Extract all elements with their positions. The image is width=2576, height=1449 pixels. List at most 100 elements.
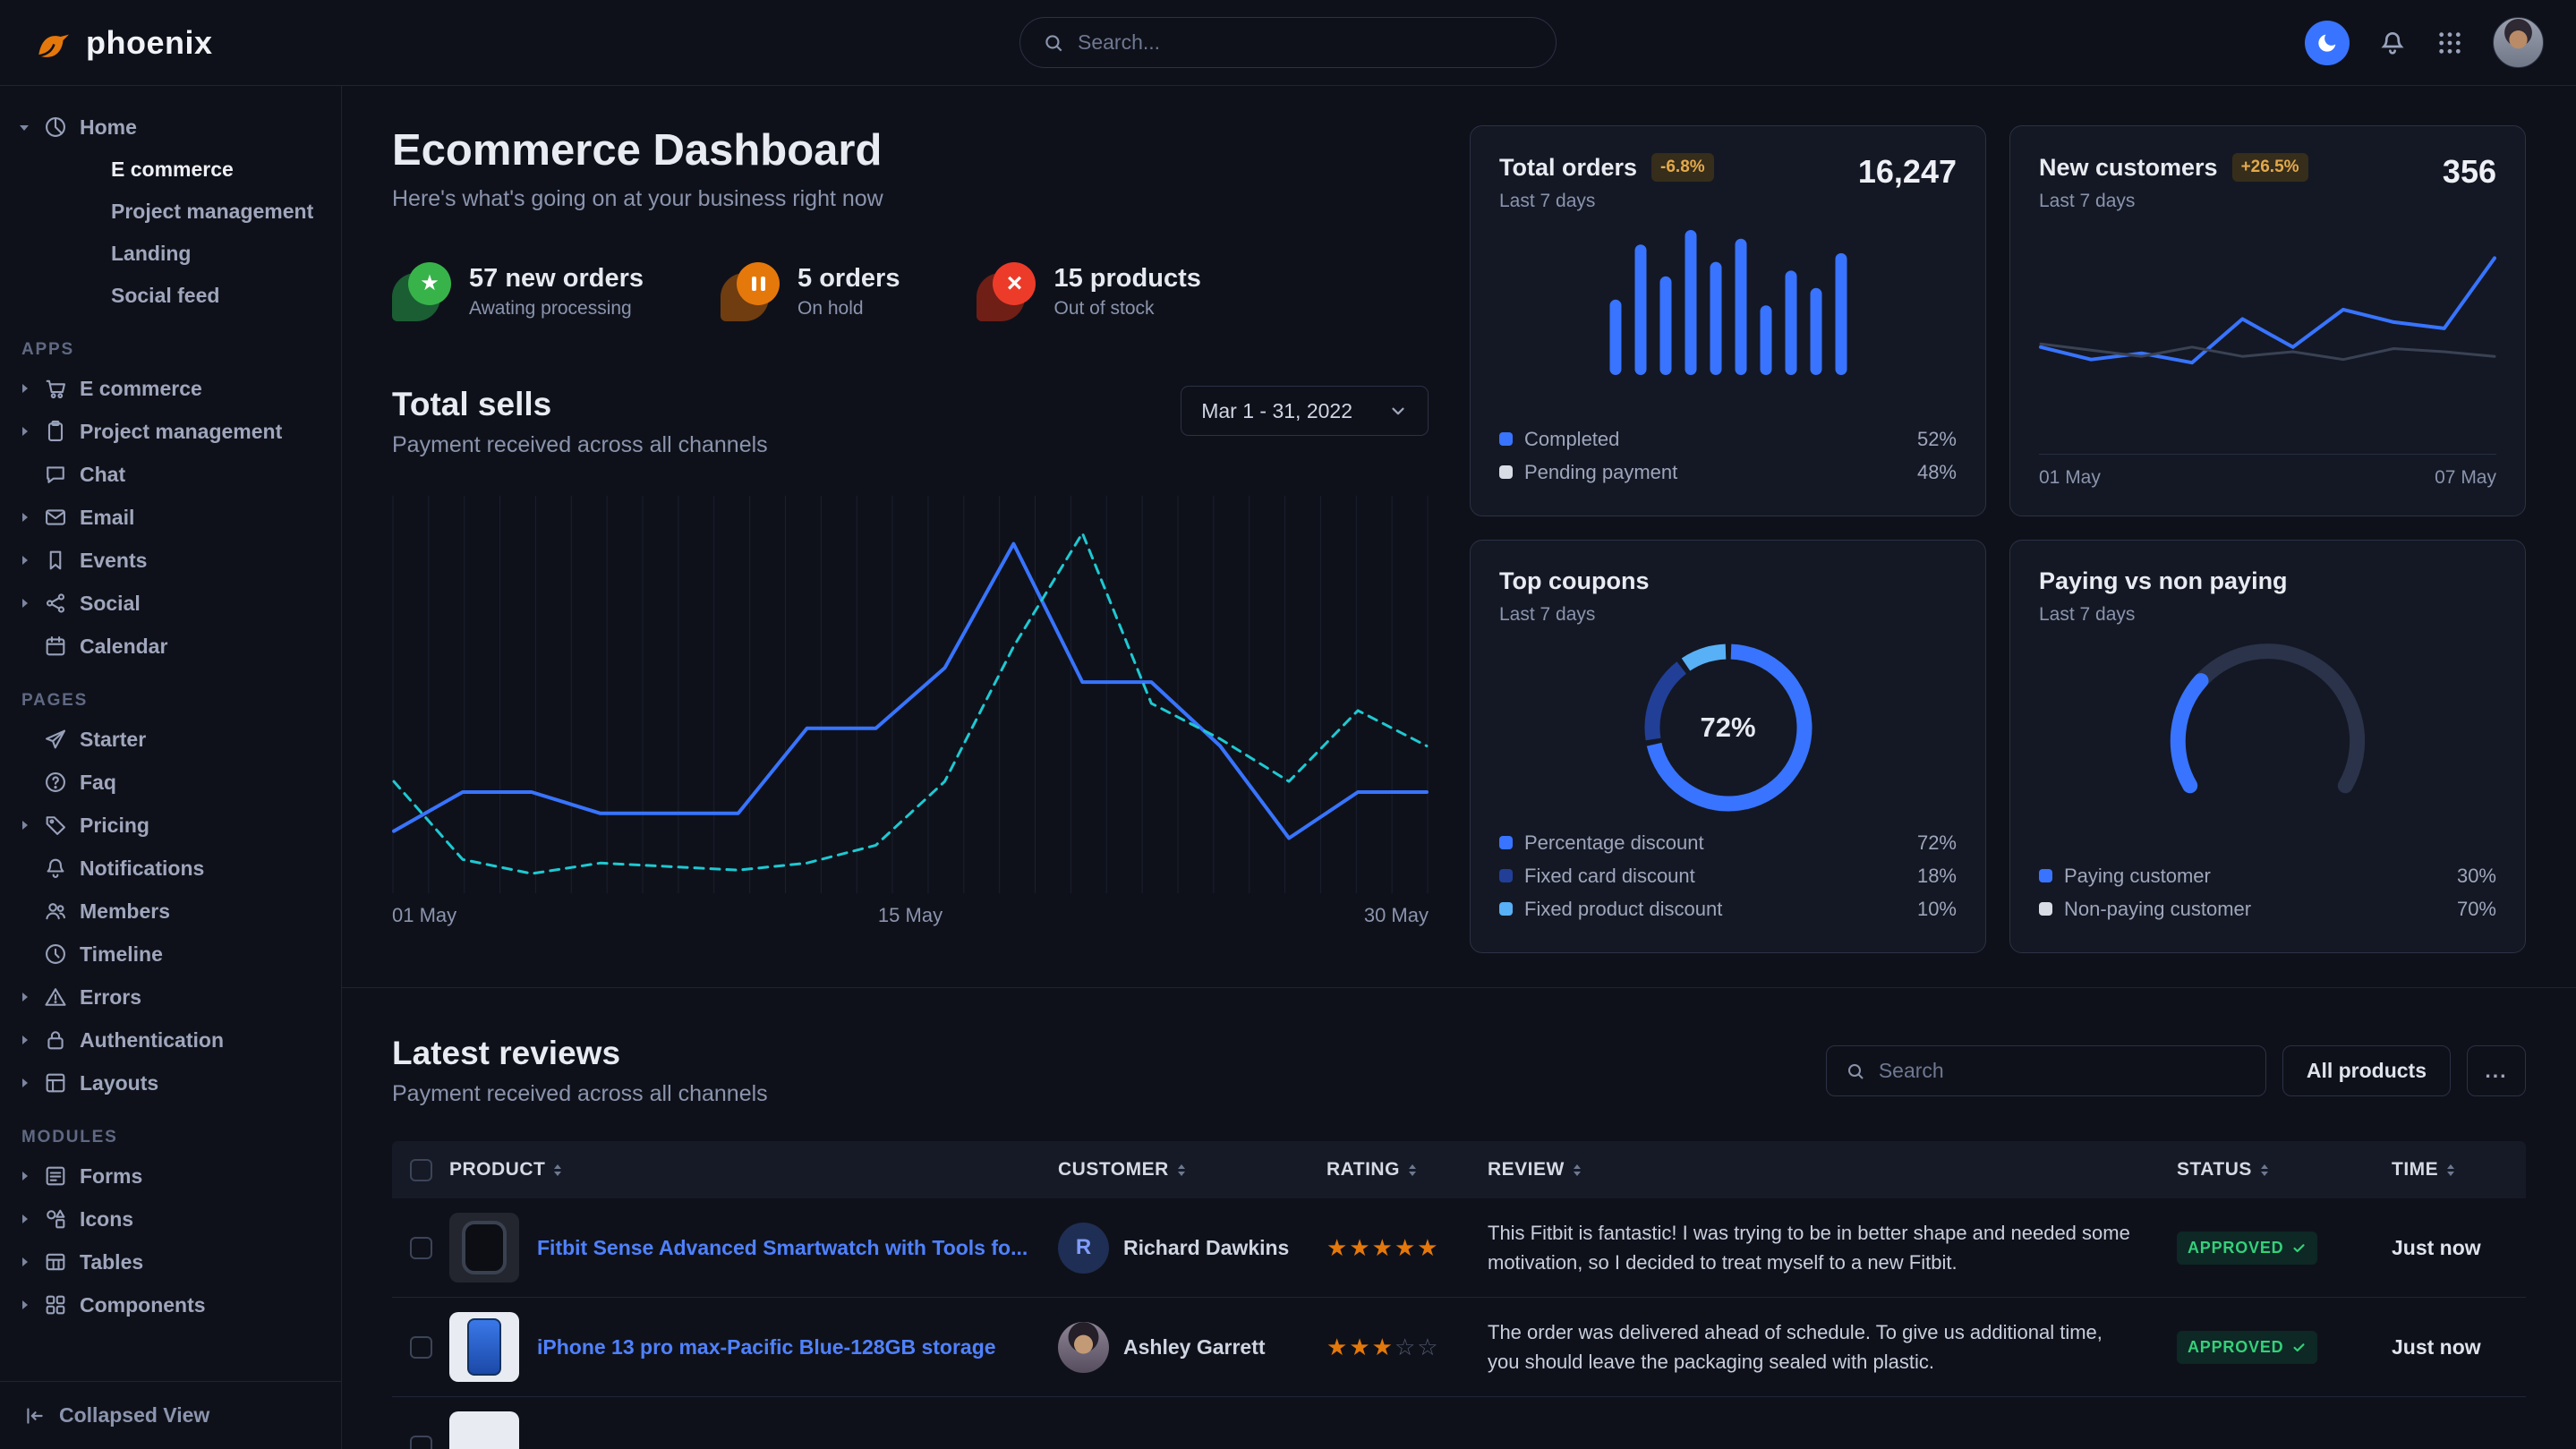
legend-swatch <box>1499 836 1513 849</box>
total-sells-x-axis: 01 May 15 May 30 May <box>392 904 1429 927</box>
sidebar-item-tables[interactable]: Tables <box>0 1240 341 1283</box>
star-filled-icon: ★ <box>1326 1236 1347 1259</box>
all-products-button[interactable]: All products <box>2282 1045 2451 1096</box>
sidebar: HomeE commerceProject managementLandingS… <box>0 86 342 1449</box>
sidebar-item-label: Icons <box>80 1207 133 1232</box>
sidebar-item-chat[interactable]: Chat <box>0 453 341 496</box>
sidebar-item-label: Forms <box>80 1164 142 1189</box>
rating-stars: ★★★☆☆ <box>1326 1335 1488 1359</box>
sort-icon <box>2447 1161 2454 1180</box>
column-header-status[interactable]: STATUS <box>2177 1159 2392 1181</box>
legend-swatch <box>1499 432 1513 446</box>
legend-value: 52% <box>1917 428 1957 451</box>
column-header-customer[interactable]: CUSTOMER <box>1058 1159 1326 1181</box>
status-label: APPROVED <box>2188 1338 2283 1357</box>
sidebar-item-timeline[interactable]: Timeline <box>0 933 341 976</box>
sidebar-item-notifications[interactable]: Notifications <box>0 847 341 890</box>
sidebar-item-authentication[interactable]: Authentication <box>0 1019 341 1061</box>
sidebar-item-label: Notifications <box>80 857 204 881</box>
brand-logo[interactable]: phoenix <box>32 22 213 64</box>
more-options-button[interactable]: ... <box>2467 1045 2526 1096</box>
sidebar-item-forms[interactable]: Forms <box>0 1155 341 1198</box>
layout-icon <box>43 1070 68 1095</box>
card-period: Last 7 days <box>1499 191 1714 212</box>
sidebar-item-email[interactable]: Email <box>0 496 341 539</box>
sidebar-item-pricing[interactable]: Pricing <box>0 804 341 847</box>
legend-value: 70% <box>2457 898 2496 921</box>
sidebar-item-events[interactable]: Events <box>0 539 341 582</box>
caret-icon <box>20 1171 31 1182</box>
column-header-product[interactable]: PRODUCT <box>449 1159 1058 1181</box>
caret-icon <box>20 906 31 917</box>
coupons-donut-chart: 72% <box>1642 642 1814 814</box>
x-axis-label: 15 May <box>878 904 943 927</box>
card-period: Last 7 days <box>1499 604 1649 626</box>
cart-icon <box>43 376 68 401</box>
donut-center-label: 72% <box>1642 642 1814 814</box>
question-icon <box>43 770 68 795</box>
customer-name: Ashley Garrett <box>1123 1335 1266 1360</box>
sidebar-item-e-commerce[interactable]: E commerce <box>0 149 341 191</box>
select-all-checkbox[interactable] <box>410 1159 432 1181</box>
sidebar-item-label: Authentication <box>80 1028 224 1053</box>
sidebar-item-errors[interactable]: Errors <box>0 976 341 1019</box>
bell-icon <box>43 856 68 881</box>
legend-value: 10% <box>1917 898 1957 921</box>
row-checkbox[interactable] <box>410 1237 432 1259</box>
trend-badge: -6.8% <box>1651 153 1714 182</box>
sidebar-item-social-feed[interactable]: Social feed <box>0 275 341 317</box>
orders-bar-chart <box>1549 226 1907 377</box>
reviews-search-input[interactable] <box>1879 1059 2248 1083</box>
theme-toggle-button[interactable] <box>2305 21 2350 65</box>
navbar-actions <box>2305 17 2544 68</box>
apps-grid-icon[interactable] <box>2435 29 2464 57</box>
sort-icon <box>1574 1161 1581 1180</box>
caret-icon <box>20 1035 31 1046</box>
x-axis-label: 01 May <box>392 904 456 927</box>
sidebar-item-landing[interactable]: Landing <box>0 233 341 275</box>
legend-swatch <box>1499 869 1513 882</box>
card-value: 16,247 <box>1858 153 1957 191</box>
sidebar-item-e-commerce[interactable]: E commerce <box>0 367 341 410</box>
sidebar-item-home[interactable]: Home <box>0 106 341 149</box>
sidebar-item-faq[interactable]: Faq <box>0 761 341 804</box>
sidebar-item-project-management[interactable]: Project management <box>0 410 341 453</box>
product-link[interactable]: Fitbit Sense Advanced Smartwatch with To… <box>537 1236 1028 1260</box>
user-avatar[interactable] <box>2493 17 2544 68</box>
sidebar-item-label: Project management <box>80 420 282 444</box>
column-header-review[interactable]: REVIEW <box>1488 1159 2177 1181</box>
legend-value: 30% <box>2457 865 2496 888</box>
sidebar-item-components[interactable]: Components <box>0 1283 341 1326</box>
row-checkbox[interactable] <box>410 1436 432 1449</box>
latest-reviews-section: Latest reviews Payment received across a… <box>342 988 2576 1449</box>
stat-caption: On hold <box>798 298 900 320</box>
rocket-icon <box>43 727 68 752</box>
sidebar-item-starter[interactable]: Starter <box>0 718 341 761</box>
tag-icon <box>43 813 68 838</box>
warning-icon <box>43 984 68 1010</box>
column-header-rating[interactable]: RATING <box>1326 1159 1488 1181</box>
sidebar-item-project-management[interactable]: Project management <box>0 191 341 233</box>
sidebar-item-layouts[interactable]: Layouts <box>0 1061 341 1104</box>
sidebar-item-members[interactable]: Members <box>0 890 341 933</box>
caret-icon <box>20 863 31 874</box>
sidebar-nav: HomeE commerceProject managementLandingS… <box>0 106 341 1326</box>
legend-label: Paying customer <box>2064 865 2211 888</box>
caret-icon <box>20 512 31 524</box>
moon-icon <box>2316 31 2339 55</box>
sidebar-item-icons[interactable]: Icons <box>0 1198 341 1240</box>
date-range-dropdown[interactable]: Mar 1 - 31, 2022 <box>1181 386 1429 436</box>
navbar-search-input[interactable] <box>1078 30 1534 55</box>
card-title: New customers <box>2039 154 2218 182</box>
reviews-title: Latest reviews <box>392 1035 768 1072</box>
collapsed-view-button[interactable]: Collapsed View <box>0 1381 341 1449</box>
phoenix-logo-icon <box>32 22 73 64</box>
sidebar-item-calendar[interactable]: Calendar <box>0 625 341 668</box>
sidebar-item-social[interactable]: Social <box>0 582 341 625</box>
new-customers-x-axis: 01 May 07 May <box>2039 454 2496 489</box>
column-header-time[interactable]: TIME <box>2392 1159 2526 1181</box>
row-checkbox[interactable] <box>410 1336 432 1359</box>
caret-icon <box>20 641 31 652</box>
product-link[interactable]: iPhone 13 pro max-Pacific Blue-128GB sto… <box>537 1335 996 1360</box>
notifications-bell-icon[interactable] <box>2378 29 2407 57</box>
